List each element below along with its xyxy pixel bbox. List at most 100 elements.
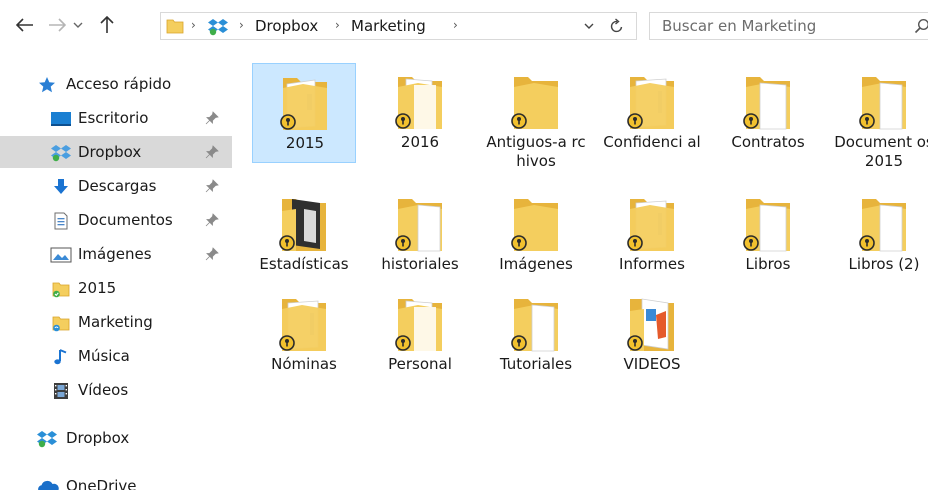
folder-label: Imágenes (499, 255, 573, 273)
document-icon (54, 212, 68, 230)
folder-label: Confidenci al (603, 133, 701, 151)
folder-icon (511, 77, 558, 129)
folder-view: 2015 2016 Antiguos-a rchivos Confidenci … (236, 54, 928, 490)
folder-item-estadisticas[interactable]: Estadísticas (252, 185, 356, 285)
refresh-icon[interactable] (609, 17, 625, 35)
sidebar-item-label: Música (78, 347, 130, 365)
navigation-pane: Acceso rápido Escritorio Dropbox Descarg… (0, 54, 232, 490)
sidebar-item-dropbox[interactable]: Dropbox (0, 136, 232, 168)
sidebar-item-imagenes[interactable]: Imágenes (0, 238, 232, 270)
folder-icon (627, 199, 674, 251)
folder-icon (395, 77, 442, 129)
folder-item-2015[interactable]: 2015 (252, 63, 356, 163)
folder-icon (511, 199, 558, 251)
folder-icon (511, 299, 558, 352)
folder-label: historiales (381, 255, 459, 273)
folder-label: Personal (388, 355, 452, 373)
search-icon[interactable] (914, 18, 928, 34)
folder-item-libros-2[interactable]: Libros (2) (832, 185, 928, 285)
sidebar-item-quick-access[interactable]: Acceso rápido (0, 68, 232, 100)
sidebar-item-label: Dropbox (78, 143, 142, 161)
sidebar-item-descargas[interactable]: Descargas (0, 170, 232, 202)
sidebar-item-label: Imágenes (78, 245, 152, 263)
folder-icon (743, 199, 790, 252)
folder-icon (627, 298, 674, 351)
folder-icon (166, 19, 184, 34)
folder-item-personal[interactable]: Personal (368, 285, 472, 385)
breadcrumb-marketing[interactable]: Marketing (351, 17, 426, 35)
address-bar[interactable]: › › Dropbox › Marketing › (160, 12, 637, 40)
folder-item-documentos2015[interactable]: Document os2015 (832, 63, 928, 170)
folder-item-videos[interactable]: VIDEOS (600, 285, 704, 385)
folder-label: VIDEOS (623, 355, 681, 373)
folder-icon (279, 199, 326, 251)
sidebar-item-videos[interactable]: Vídeos (0, 374, 232, 406)
recent-locations-button[interactable] (70, 14, 86, 36)
folder-label: 2015 (285, 134, 325, 152)
sidebar-item-2015[interactable]: 2015 (0, 272, 232, 304)
music-note-icon (54, 349, 67, 365)
folder-item-contratos[interactable]: Contratos (716, 63, 820, 163)
sidebar-item-label: Marketing (78, 313, 153, 331)
folder-item-2016[interactable]: 2016 (368, 63, 472, 163)
pin-icon[interactable] (205, 179, 219, 193)
folder-label: Libros (2) (848, 255, 920, 273)
breadcrumb-separator[interactable]: › (239, 18, 244, 32)
arrow-left-icon (16, 18, 33, 32)
search-input[interactable]: Buscar en Marketing (662, 17, 816, 35)
sidebar-item-documentos[interactable]: Documentos (0, 204, 232, 236)
sidebar-item-label: Acceso rápido (66, 75, 172, 93)
breadcrumb-dropbox[interactable]: Dropbox (255, 17, 318, 35)
folder-icon (859, 77, 906, 130)
arrow-right-icon (49, 18, 66, 32)
breadcrumb-separator[interactable]: › (191, 18, 196, 32)
download-icon (54, 179, 68, 194)
pin-icon[interactable] (205, 145, 219, 159)
folder-icon (395, 299, 442, 351)
folder-icon (743, 77, 790, 130)
folder-item-historiales[interactable]: historiales (368, 185, 472, 285)
folder-item-antiguos-archivos[interactable]: Antiguos-a rchivos (484, 63, 588, 170)
folder-icon (280, 78, 327, 130)
folder-item-libros[interactable]: Libros (716, 185, 820, 285)
sidebar-item-escritorio[interactable]: Escritorio (0, 102, 232, 134)
sidebar-item-label: Vídeos (78, 381, 129, 399)
sidebar-item-musica[interactable]: Música (0, 340, 232, 372)
sidebar-item-onedrive[interactable]: OneDrive (0, 470, 232, 490)
sidebar-item-label: 2015 (78, 279, 117, 297)
breadcrumb-separator[interactable]: › (453, 18, 458, 32)
sidebar-item-label: Documentos (78, 211, 173, 229)
search-box[interactable]: Buscar en Marketing (649, 12, 928, 40)
pin-icon[interactable] (205, 213, 219, 227)
folder-icon (52, 282, 70, 298)
pin-icon[interactable] (205, 111, 219, 125)
dropbox-icon (51, 145, 71, 162)
folder-item-nominas[interactable]: Nóminas (252, 285, 356, 385)
pictures-icon (50, 247, 72, 263)
up-button[interactable] (96, 14, 118, 36)
chevron-down-icon[interactable] (583, 17, 595, 35)
toolbar: › › Dropbox › Marketing › Buscar en Mark… (0, 0, 928, 54)
breadcrumb-separator[interactable]: › (335, 18, 340, 32)
sidebar-item-dropbox-root[interactable]: Dropbox (0, 422, 232, 454)
sidebar-item-label: Descargas (78, 177, 157, 195)
back-button[interactable] (14, 14, 36, 36)
folder-label: Contratos (731, 133, 805, 151)
folder-icon (395, 199, 442, 252)
folder-label: Tutoriales (499, 355, 573, 373)
folder-label: Estadísticas (259, 255, 349, 273)
dropbox-icon (208, 19, 228, 36)
folder-item-confidencial[interactable]: Confidenci al (600, 63, 704, 163)
folder-item-informes[interactable]: Informes (600, 185, 704, 285)
folder-item-tutoriales[interactable]: Tutoriales (484, 285, 588, 385)
cloud-icon (38, 480, 59, 490)
folder-label: Document os2015 (834, 133, 928, 170)
folder-label: Informes (619, 255, 685, 273)
sidebar-item-marketing[interactable]: Marketing (0, 306, 232, 338)
folder-label: 2016 (400, 133, 440, 151)
forward-button[interactable] (46, 14, 68, 36)
arrow-up-icon (100, 16, 114, 33)
folder-item-imagenes[interactable]: Imágenes (484, 185, 588, 285)
pin-icon[interactable] (205, 247, 219, 261)
folder-label: Nóminas (271, 355, 337, 373)
